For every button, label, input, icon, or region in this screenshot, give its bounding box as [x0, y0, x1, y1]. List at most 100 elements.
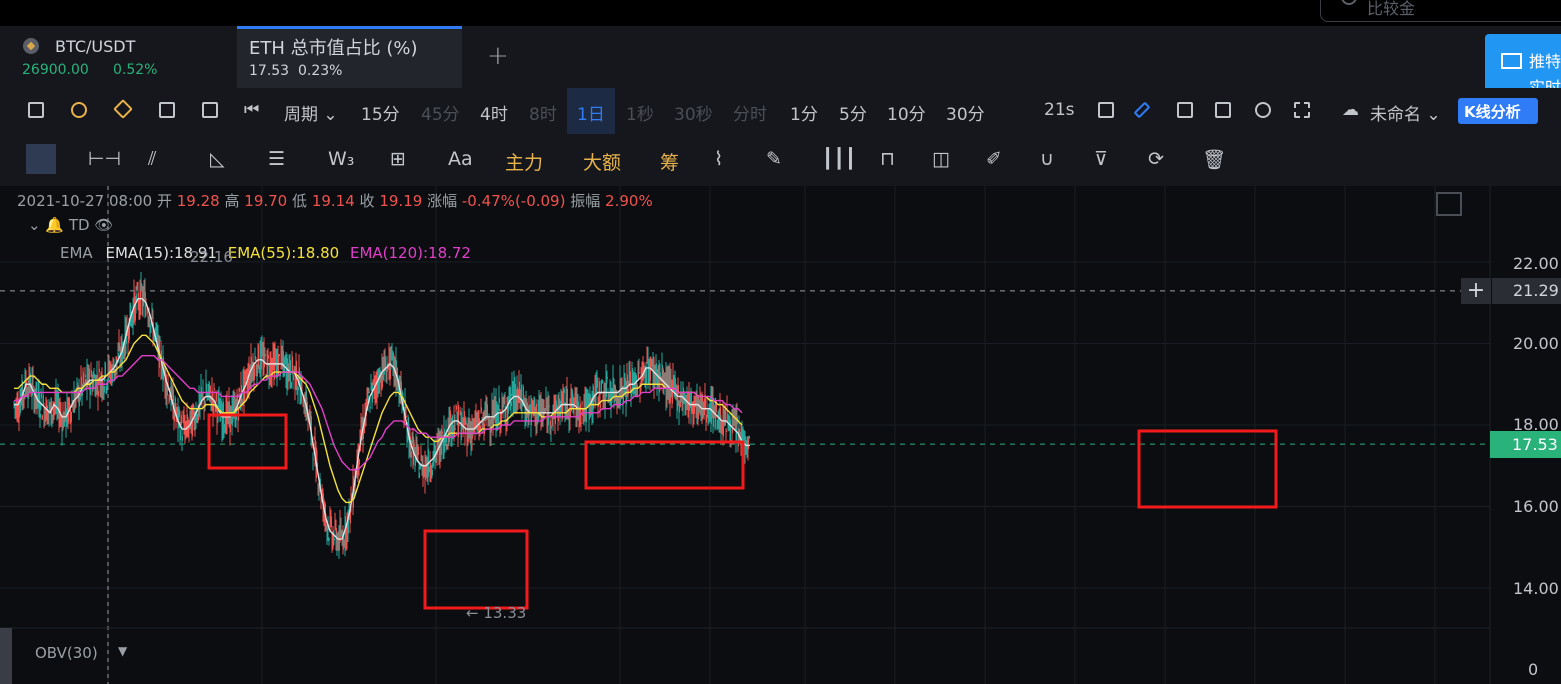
high-label: 高	[224, 192, 240, 210]
close-value: 19.19	[379, 192, 423, 210]
candle-body	[330, 516, 332, 528]
td-label: TD	[68, 216, 90, 234]
candle-body	[97, 391, 99, 397]
candle-body	[278, 354, 280, 357]
candle-body	[79, 397, 81, 400]
candle-body	[358, 459, 360, 465]
ohlc-date: 2021-10-27 08:00	[17, 192, 153, 210]
highlight-box	[207, 413, 288, 470]
collapse-icon[interactable]: ⌄	[28, 216, 41, 234]
candle-body	[486, 404, 488, 418]
ema-label: EMA	[60, 244, 93, 262]
candle-body	[70, 412, 72, 423]
high-value: 19.70	[244, 192, 288, 210]
candle-body	[599, 403, 601, 409]
candle-body	[82, 372, 84, 384]
candle-body	[596, 377, 598, 388]
ema-indicator-row[interactable]: EMA EMA(15):18.91 EMA(55):18.80 EMA(120)…	[60, 244, 471, 262]
y-tick-14: 14.00	[1513, 579, 1559, 598]
candle-body	[550, 426, 552, 429]
candle-body	[368, 391, 370, 394]
candle-body	[41, 415, 43, 420]
candle-body	[417, 446, 419, 456]
close-label: 收	[359, 192, 375, 210]
candle-body	[146, 310, 148, 314]
candle-body	[103, 386, 105, 393]
candle-body	[563, 389, 565, 393]
candle-body	[581, 402, 583, 404]
candle-body	[297, 387, 299, 391]
candle-body	[291, 356, 293, 372]
high-marker: 22.16	[190, 248, 233, 266]
expand-icon[interactable]	[1436, 192, 1462, 216]
candle-body	[264, 354, 266, 357]
candle-body	[328, 538, 330, 540]
change-value: -0.47%(-0.09)	[461, 192, 566, 210]
candle-body	[636, 384, 638, 396]
candle-body	[410, 451, 412, 458]
candle-body	[729, 419, 731, 441]
ema-line-ema15	[14, 297, 750, 540]
candle-body	[400, 381, 402, 391]
obv-label[interactable]: OBV(30)	[35, 644, 98, 662]
candle-body	[213, 388, 215, 391]
bell-icon[interactable]: 🔔	[45, 216, 64, 234]
candle-body	[441, 431, 443, 434]
candle-body	[178, 408, 180, 418]
candle-body	[179, 430, 181, 441]
scroll-handle[interactable]	[0, 628, 12, 684]
candle-body	[215, 392, 217, 402]
candle-body	[480, 407, 482, 413]
td-indicator-row[interactable]: ⌄ 🔔 TD 👁	[28, 216, 113, 234]
candle-body	[458, 424, 460, 426]
candle-body	[455, 405, 457, 410]
eye-icon[interactable]: 👁	[94, 216, 113, 234]
add-alert-button[interactable]: +	[1461, 278, 1491, 304]
open-value: 19.28	[176, 192, 220, 210]
change-label: 涨幅	[427, 192, 458, 210]
candle-body	[413, 445, 415, 447]
candle-body	[292, 374, 294, 381]
candle-body	[725, 430, 727, 433]
candle-body	[510, 401, 512, 407]
last-price-tag: 17.53	[1490, 431, 1561, 458]
candle-body	[418, 472, 420, 478]
candle-body	[502, 404, 504, 408]
candle-body	[191, 411, 193, 437]
candle-body	[148, 317, 150, 325]
candle-body	[601, 380, 603, 384]
candle-body	[638, 372, 640, 374]
y-tick-20: 20.00	[1513, 334, 1559, 353]
candle-body	[212, 401, 214, 414]
candle-body	[159, 339, 161, 341]
candle-body	[267, 355, 269, 359]
candle-body	[257, 344, 259, 367]
candle-body	[431, 469, 433, 476]
candle-body	[748, 436, 750, 439]
candle-body	[89, 385, 91, 395]
amplitude-value: 2.90%	[605, 192, 653, 210]
candle-body	[253, 364, 255, 380]
ema55-value: EMA(55):18.80	[227, 244, 340, 262]
candle-body	[333, 538, 335, 541]
y-tick-22: 22.00	[1513, 254, 1559, 273]
ema-line-ema55	[14, 334, 743, 504]
obv-dropdown-icon[interactable]: ▼	[118, 644, 127, 658]
candle-body	[98, 368, 100, 372]
price-chart[interactable]	[0, 0, 1561, 684]
amplitude-label: 振幅	[570, 192, 601, 210]
highlight-box	[423, 529, 529, 610]
highlight-box	[584, 440, 745, 490]
candle-body	[498, 397, 500, 403]
candle-body	[580, 423, 582, 425]
low-label: 低	[292, 192, 308, 210]
candle-body	[290, 382, 292, 389]
candle-body	[629, 371, 631, 391]
y-tick-16: 16.00	[1513, 497, 1559, 516]
candle-body	[454, 428, 456, 430]
candle-body	[369, 407, 371, 409]
open-label: 开	[156, 192, 172, 210]
candle-body	[84, 374, 86, 378]
obv-zero: 0	[1528, 660, 1539, 679]
low-marker: ← 13.33	[466, 604, 527, 622]
